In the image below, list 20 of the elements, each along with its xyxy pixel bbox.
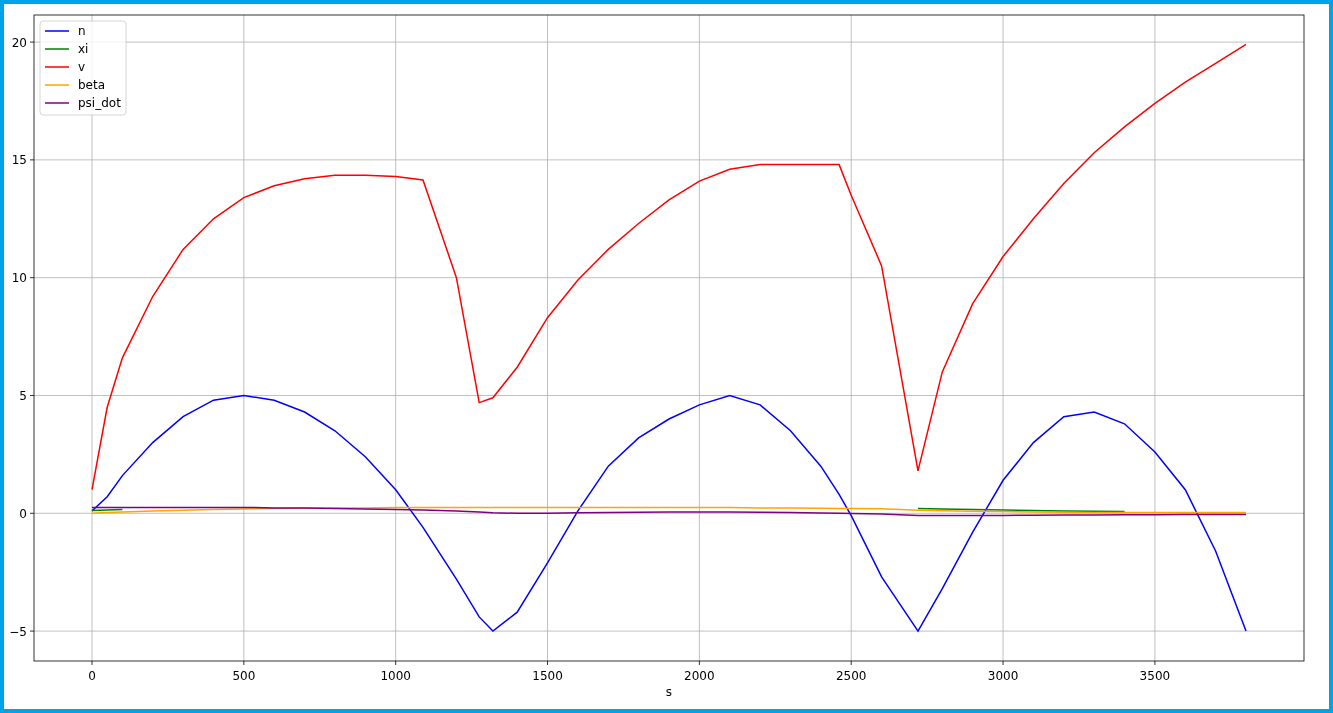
tick-label: 5: [19, 389, 27, 403]
legend-label: xi: [78, 42, 89, 56]
tick-label: 1000: [380, 669, 411, 683]
tick-label: 20: [11, 35, 27, 50]
tick-label: 1500: [532, 669, 563, 683]
legend-label: psi_dot: [78, 96, 121, 110]
tick-label: 0: [19, 506, 27, 521]
tick-label: 3000: [987, 669, 1019, 683]
legend-label: v: [78, 60, 86, 74]
tick-label: 0: [88, 669, 96, 683]
tick-label: 3500: [1139, 669, 1171, 683]
tick-label: 2000: [684, 669, 715, 683]
legend-label: n: [78, 24, 86, 38]
tick-label: 2500: [835, 669, 867, 683]
axis-label: s: [665, 685, 673, 699]
tick-label: 500: [232, 669, 256, 683]
tick-label: −5: [9, 624, 27, 639]
tick-label: 10: [11, 271, 27, 286]
tick-label: 15: [11, 153, 27, 168]
legend-label: beta: [78, 78, 106, 92]
